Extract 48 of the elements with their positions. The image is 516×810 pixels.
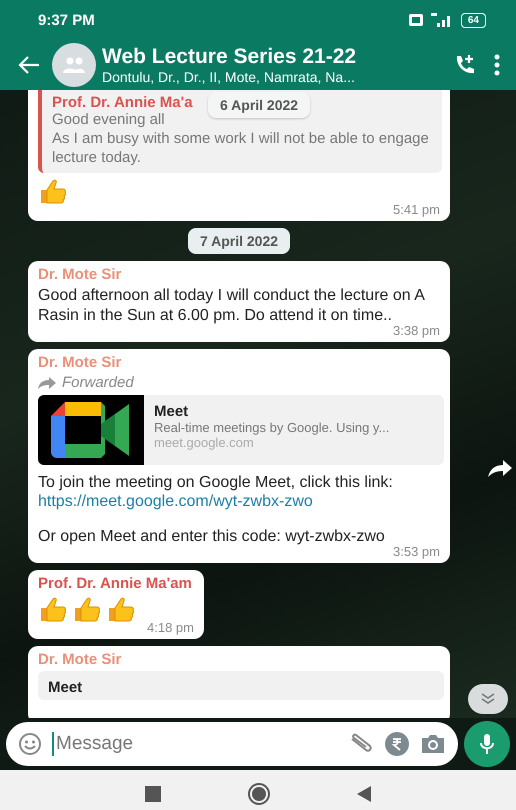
message-field[interactable]: Message (6, 722, 458, 766)
chat-title[interactable]: Web Lecture Series 21-22 (102, 45, 440, 69)
back-arrow-icon (18, 56, 40, 74)
scroll-down-button[interactable] (468, 684, 508, 714)
message-time: 3:38 pm (393, 323, 440, 338)
quote-author: Prof. Dr. Annie Ma'a (52, 94, 193, 111)
thumbs-up-icon (72, 595, 102, 624)
menu-icon (494, 54, 500, 76)
forwarded-label: Forwarded (62, 374, 134, 392)
home-button[interactable] (247, 782, 271, 806)
voice-message-button[interactable] (464, 721, 510, 767)
payment-button[interactable] (384, 731, 410, 757)
thumbs-up-icon (38, 177, 68, 206)
volte-icon (408, 14, 423, 26)
back-nav-button[interactable] (357, 786, 371, 802)
participants-list[interactable]: Dontulu, Dr., Dr., II, Mote, Namrata, Na... (102, 69, 440, 85)
thumbs-up-icon (38, 595, 68, 624)
sender-name: Dr. Mote Sir (38, 266, 122, 284)
video-camera-logo-icon (51, 402, 131, 458)
message-text: To join the meeting on Google Meet, click this link: (38, 473, 394, 494)
share-icon (488, 460, 512, 478)
camera-button[interactable] (420, 733, 446, 755)
message-time: 4:18 pm (147, 620, 194, 636)
status-time: 9:37 PM (38, 12, 96, 28)
preview-title: Meet (48, 679, 82, 696)
meeting-link[interactable]: https://meet.google.com/wyt-zwbx-zwo (38, 493, 313, 512)
link-preview[interactable]: Meet (38, 671, 444, 700)
sender-name: Dr. Mote Sir (38, 651, 122, 668)
message-time: 5:41 pm (393, 202, 440, 218)
thumbs-up-icon (106, 595, 136, 624)
double-chevron-icon (481, 693, 495, 705)
preview-domain: meet.google.com (154, 435, 255, 450)
preview-description: Real-time meetings by Google. Using y... (154, 420, 390, 436)
message-text: Or open Meet and enter this code: wyt-zwbx-zwo (38, 527, 386, 548)
date-separator: 7 April 2022 (188, 228, 290, 254)
microphone-icon (479, 732, 495, 756)
sender-name: Dr. Mote Sir (38, 354, 122, 372)
battery-level: 64 (460, 12, 486, 28)
link-preview[interactable]: Meet Real-time meetings by Google. Using y... meet.google.com (38, 395, 444, 466)
group-avatar[interactable] (52, 43, 96, 87)
forwarded-icon (38, 376, 56, 389)
sender-name: Prof. Dr. Annie Ma'am (38, 575, 193, 592)
signal-icon (430, 13, 453, 27)
floating-date: 6 April 2022 (208, 92, 310, 118)
emoji-icon[interactable] (18, 732, 42, 756)
preview-title: Meet (154, 403, 190, 420)
message-time: 3:53 pm (393, 544, 440, 560)
message-text: Good afternoon all today I will conduct the lecture on A Rasin in the Sun at 6.00 pm. Do attend it on time.. (38, 286, 426, 326)
